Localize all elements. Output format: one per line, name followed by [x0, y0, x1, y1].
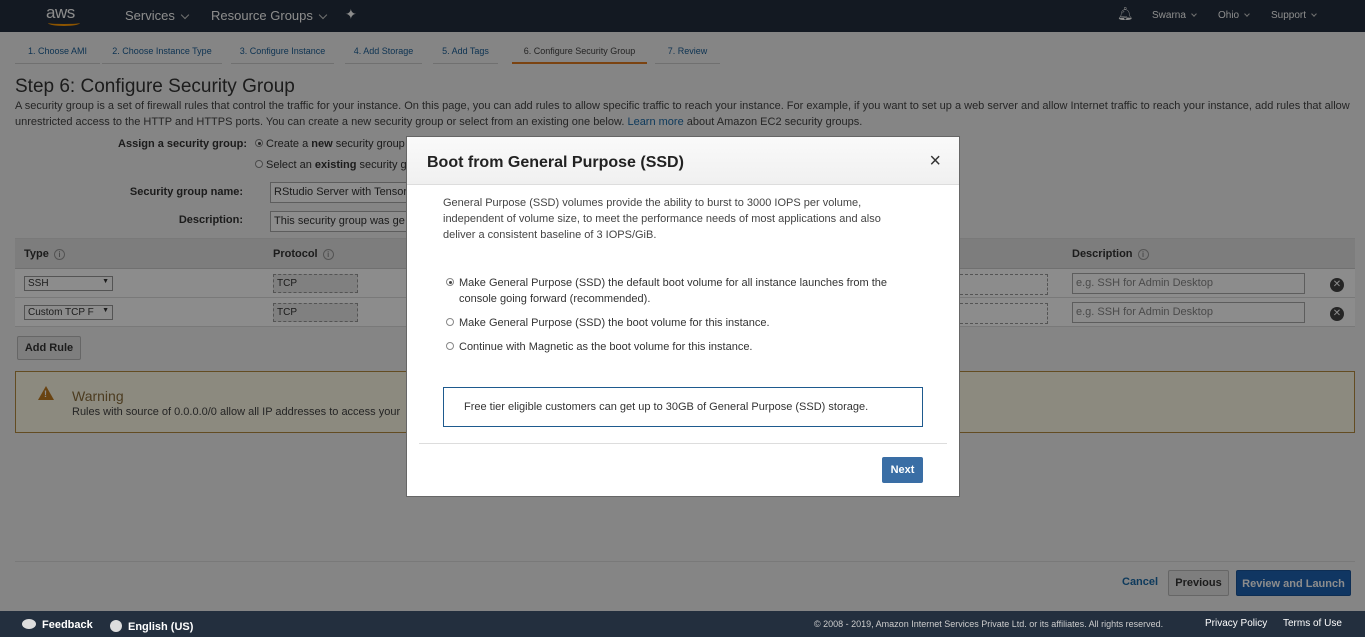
option-magnetic[interactable]: Continue with Magnetic as the boot volum… — [446, 339, 906, 355]
feedback-link[interactable]: Feedback — [22, 618, 93, 631]
copyright-text: © 2008 - 2019, Amazon Internet Services … — [814, 619, 1164, 629]
option-label: Make General Purpose (SSD) the default b… — [459, 277, 888, 305]
free-tier-info: Free tier eligible customers can get up … — [443, 387, 923, 427]
speech-bubble-icon — [22, 619, 36, 629]
dialog-header: Boot from General Purpose (SSD) × — [407, 137, 959, 185]
footer: Feedback English (US) © 2008 - 2019, Ama… — [0, 611, 1365, 637]
globe-icon — [110, 620, 122, 632]
close-icon[interactable]: × — [929, 151, 941, 171]
feedback-label: Feedback — [42, 619, 93, 631]
divider — [419, 443, 947, 444]
radio-button[interactable] — [446, 318, 454, 326]
option-label: Make General Purpose (SSD) the boot volu… — [459, 317, 770, 329]
terms-of-use-link[interactable]: Terms of Use — [1283, 618, 1342, 629]
radio-button[interactable] — [446, 342, 454, 350]
boot-volume-dialog: Boot from General Purpose (SSD) × Genera… — [406, 136, 960, 497]
language-selector[interactable]: English (US) — [110, 618, 193, 633]
option-default-ssd[interactable]: Make General Purpose (SSD) the default b… — [446, 275, 906, 307]
next-button[interactable]: Next — [882, 457, 923, 483]
language-label: English (US) — [128, 621, 194, 633]
dialog-description: General Purpose (SSD) volumes provide th… — [443, 197, 881, 241]
option-ssd-this-instance[interactable]: Make General Purpose (SSD) the boot volu… — [446, 315, 906, 331]
dialog-title: Boot from General Purpose (SSD) — [427, 154, 684, 171]
option-label: Continue with Magnetic as the boot volum… — [459, 341, 753, 353]
radio-button[interactable] — [446, 278, 454, 286]
privacy-policy-link[interactable]: Privacy Policy — [1205, 618, 1267, 629]
